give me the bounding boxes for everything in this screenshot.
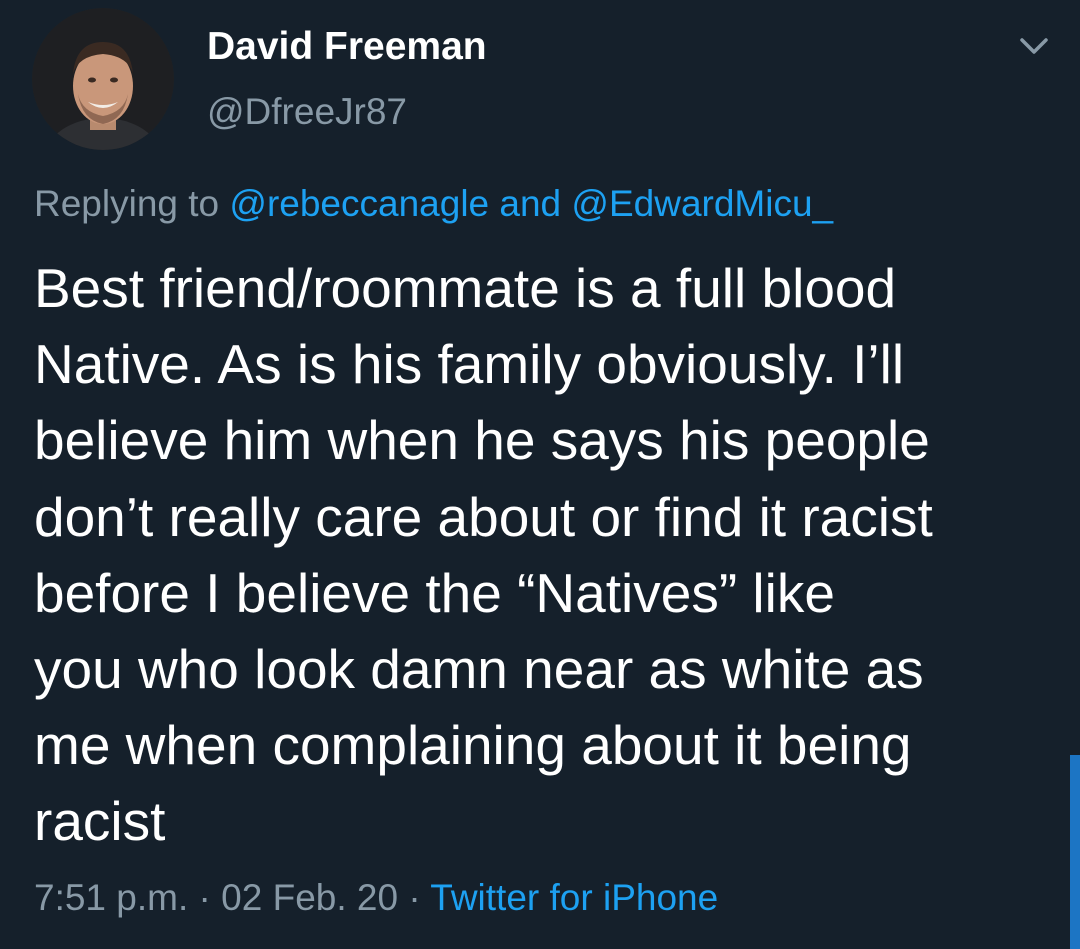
mention-link[interactable]: @rebeccanagle — [229, 183, 489, 224]
tweet-text-line: racist — [34, 790, 166, 853]
replying-to: Replying to @rebeccanagle and @EdwardMic… — [34, 182, 833, 226]
tweet: David Freeman @DfreeJr87 Replying to @re… — [0, 0, 1080, 949]
tweet-meta: 7:51 p.m. · 02 Feb. 20 · Twitter for iPh… — [34, 876, 718, 920]
avatar-photo — [32, 8, 174, 150]
tweet-text-line: before I believe the “Natives” like — [34, 561, 835, 624]
display-name[interactable]: David Freeman — [207, 24, 487, 70]
tweet-date[interactable]: 02 Feb. 20 — [221, 877, 398, 918]
mention-conjunction[interactable]: and — [489, 183, 571, 224]
scrollbar[interactable] — [1070, 755, 1080, 949]
user-handle[interactable]: @DfreeJr87 — [207, 90, 407, 134]
tweet-text-line: me when complaining about it being — [34, 714, 912, 777]
tweet-text-line: believe him when he says his people — [34, 409, 930, 472]
tweet-text: Best friend/roommate is a full blood Nat… — [34, 250, 1054, 860]
tweet-source-link[interactable]: Twitter for iPhone — [430, 877, 718, 918]
mention-link[interactable]: @EdwardMicu_ — [571, 183, 833, 224]
tweet-text-line: don’t really care about or find it racis… — [34, 485, 933, 548]
avatar[interactable] — [32, 8, 174, 150]
tweet-time[interactable]: 7:51 p.m. — [34, 877, 188, 918]
tweet-text-line: you who look damn near as white as — [34, 638, 924, 701]
tweet-text-line: Best friend/roommate is a full blood — [34, 257, 897, 319]
replying-to-prefix: Replying to — [34, 183, 230, 224]
tweet-text-line: Native. As is his family obviously. I’ll — [34, 333, 905, 396]
chevron-down-icon[interactable] — [1016, 32, 1052, 60]
meta-separator: · — [188, 877, 222, 918]
meta-separator: · — [398, 877, 431, 918]
